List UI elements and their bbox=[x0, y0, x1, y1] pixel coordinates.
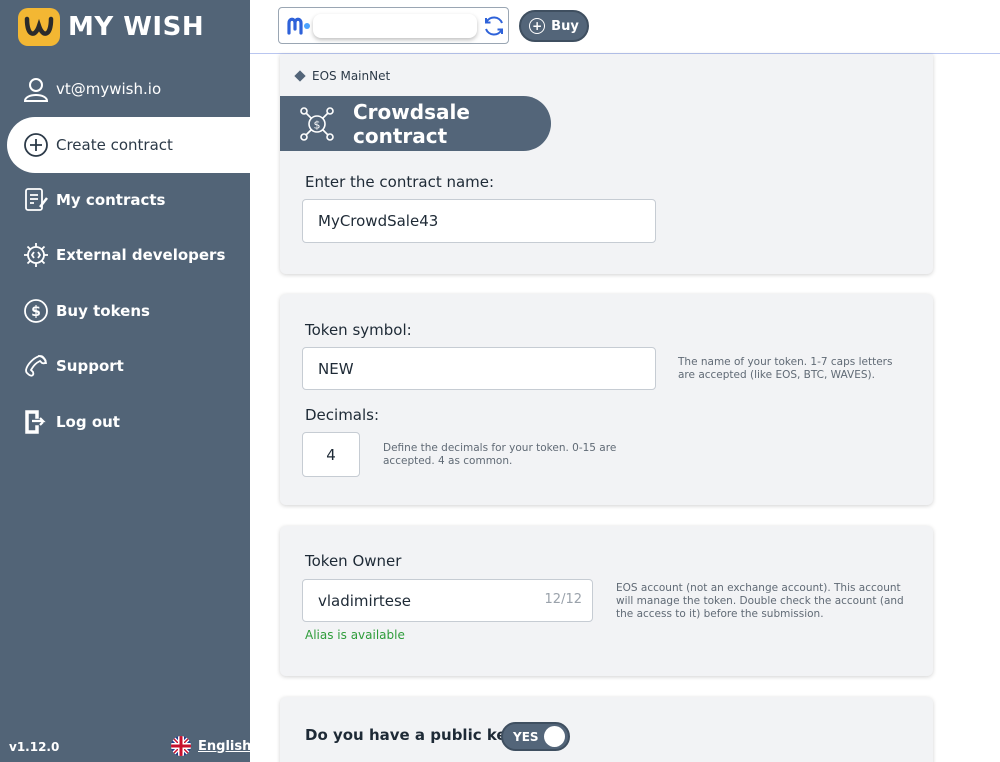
token-owner-hint: EOS account (not an exchange account). T… bbox=[616, 582, 904, 620]
mywish-logo-icon bbox=[18, 8, 60, 46]
diamond-icon bbox=[294, 70, 306, 82]
sidebar-item-label: Buy tokens bbox=[56, 302, 150, 320]
language-selector[interactable]: English bbox=[171, 736, 251, 756]
sidebar-item-external-developers[interactable]: External developers bbox=[0, 227, 225, 283]
token-card: Token symbol: NEW The name of your token… bbox=[280, 294, 933, 505]
decimals-input[interactable]: 4 bbox=[302, 432, 360, 477]
gear-code-icon bbox=[22, 241, 50, 269]
decimals-value: 4 bbox=[326, 445, 336, 464]
contract-card: EOS MainNet $ Crowdsale contract Enter t… bbox=[280, 54, 933, 274]
brand-logo[interactable]: MY WISH bbox=[18, 8, 204, 46]
plus-icon: + bbox=[529, 18, 546, 34]
network-label: EOS MainNet bbox=[294, 69, 391, 83]
token-symbol-input[interactable]: NEW bbox=[302, 347, 656, 390]
token-owner-card: Token Owner vladimirtese 12/12 Alias is … bbox=[280, 526, 933, 676]
sidebar-footer: v1.12.0 English bbox=[0, 732, 251, 762]
public-key-toggle[interactable]: YES bbox=[501, 722, 570, 751]
contracts-icon bbox=[22, 186, 50, 214]
dollar-circle-icon: $ bbox=[22, 297, 50, 325]
buy-button-label: Buy bbox=[551, 18, 579, 34]
token-owner-value: vladimirtese bbox=[318, 591, 412, 610]
token-owner-input[interactable]: vladimirtese 12/12 bbox=[302, 579, 593, 622]
top-bar: + Buy bbox=[250, 0, 1000, 54]
svg-text:$: $ bbox=[31, 304, 41, 320]
token-owner-counter: 12/12 bbox=[544, 592, 582, 607]
brand-name: MY WISH bbox=[68, 12, 205, 42]
svg-text:$: $ bbox=[314, 118, 321, 131]
contract-name-input[interactable]: MyCrowdSale43 bbox=[302, 199, 656, 243]
sidebar-item-buy-tokens[interactable]: $ Buy tokens bbox=[0, 283, 150, 339]
sidebar-item-label: Create contract bbox=[56, 136, 173, 154]
alias-status: Alias is available bbox=[305, 628, 405, 642]
token-symbol-value: NEW bbox=[318, 359, 354, 378]
sidebar-item-support[interactable]: Support bbox=[0, 338, 124, 394]
sidebar-user[interactable]: vt@mywish.io bbox=[0, 61, 250, 117]
phone-icon bbox=[22, 352, 50, 380]
app-version: v1.12.0 bbox=[9, 740, 60, 754]
decimals-hint: Define the decimals for your token. 0-15… bbox=[383, 442, 617, 467]
sidebar-item-label: Log out bbox=[56, 413, 120, 431]
wallet-selector[interactable] bbox=[278, 7, 509, 44]
crowdsale-icon: $ bbox=[300, 106, 334, 141]
contract-title: Crowdsale contract bbox=[353, 99, 470, 148]
logout-icon bbox=[22, 408, 50, 436]
contract-name-value: MyCrowdSale43 bbox=[318, 212, 439, 230]
plus-circle-icon bbox=[22, 131, 50, 159]
refresh-icon[interactable] bbox=[482, 14, 506, 38]
buy-button[interactable]: + Buy bbox=[519, 10, 589, 42]
token-symbol-label: Token symbol: bbox=[305, 321, 412, 339]
token-owner-label: Token Owner bbox=[305, 552, 402, 570]
wallet-address-field[interactable] bbox=[313, 14, 477, 38]
public-key-card: Do you have a public key? YES bbox=[280, 697, 933, 762]
sidebar-item-my-contracts[interactable]: My contracts bbox=[0, 172, 165, 228]
network-name: EOS MainNet bbox=[312, 69, 391, 83]
sidebar-item-label: Support bbox=[56, 357, 124, 375]
sidebar-item-create-contract[interactable]: Create contract bbox=[7, 117, 250, 173]
uk-flag-icon bbox=[171, 736, 191, 756]
user-email: vt@mywish.io bbox=[56, 80, 162, 98]
sidebar-item-label: My contracts bbox=[56, 191, 166, 209]
public-key-label: Do you have a public key? bbox=[305, 726, 526, 744]
token-symbol-hint: The name of your token. 1-7 caps letters… bbox=[678, 356, 893, 381]
contract-type-header: $ Crowdsale contract bbox=[280, 96, 551, 151]
sidebar-item-create-contract-wrap: Create contract bbox=[7, 117, 250, 173]
user-icon bbox=[22, 75, 50, 103]
language-label: English bbox=[198, 738, 252, 754]
public-key-toggle-label: YES bbox=[513, 729, 539, 744]
decimals-label: Decimals: bbox=[305, 406, 380, 424]
toggle-knob bbox=[544, 726, 565, 747]
sidebar: MY WISH vt@mywish.io Create contract My … bbox=[0, 0, 251, 762]
wallet-logo-icon bbox=[287, 17, 313, 35]
sidebar-item-log-out[interactable]: Log out bbox=[0, 394, 120, 450]
contract-name-label: Enter the contract name: bbox=[305, 173, 495, 191]
sidebar-item-label: External developers bbox=[56, 246, 226, 264]
